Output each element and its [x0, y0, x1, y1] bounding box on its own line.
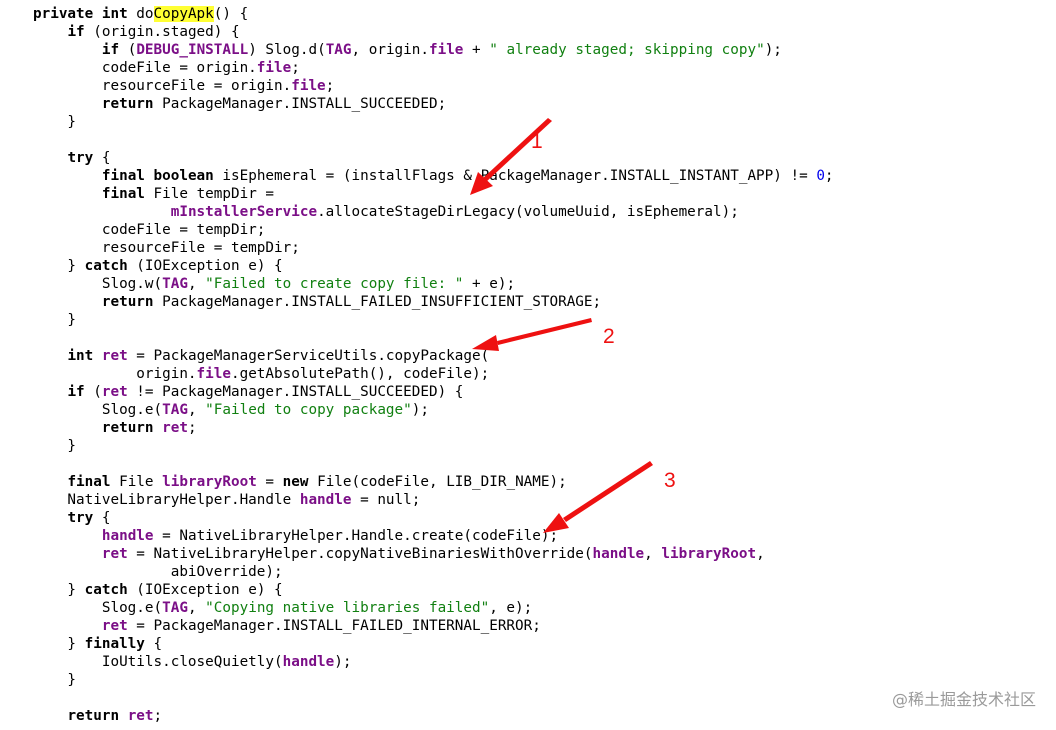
arrow-3	[543, 461, 653, 533]
watermark: @稀土掘金技术社区	[891, 690, 1036, 709]
annotation-label-2: 2	[603, 325, 615, 348]
annotation-label-3: 3	[664, 469, 676, 492]
annotation-label-1: 1	[531, 130, 543, 153]
arrow-2	[472, 318, 592, 351]
annotation-layer: 1 2 3	[470, 118, 676, 533]
